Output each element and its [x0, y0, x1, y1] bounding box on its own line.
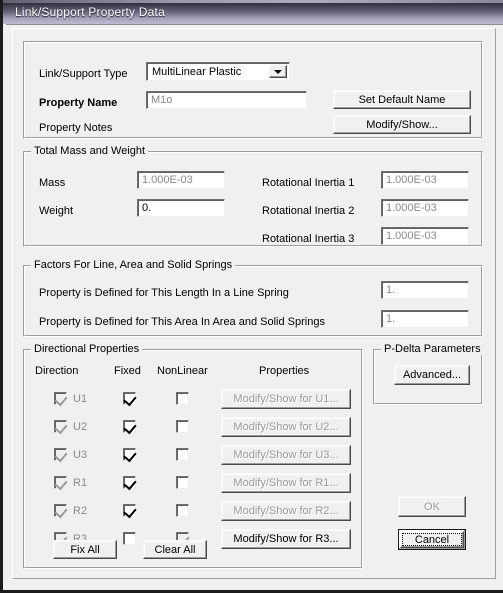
area-solid-spring-area-label: Property is Defined for This Area In Are… [39, 316, 325, 328]
check-icon [123, 448, 137, 463]
set-default-name-button[interactable]: Set Default Name [333, 90, 471, 109]
mass-input[interactable]: 1.000E-03 [137, 171, 225, 189]
direction-label-r2: R2 [73, 505, 88, 517]
modify-show-button-r1[interactable]: Modify/Show for R1... [221, 473, 351, 493]
check-icon [54, 476, 68, 491]
column-header-properties: Properties [259, 365, 310, 377]
rotational-inertia-1-input[interactable]: 1.000E-03 [381, 171, 469, 189]
title-bar[interactable]: Link/Support Property Data [3, 0, 503, 24]
link-support-type-label: Link/Support Type [39, 68, 128, 80]
check-icon [54, 420, 68, 435]
weight-label: Weight [39, 205, 74, 217]
area-solid-spring-area-input[interactable]: 1. [381, 310, 469, 328]
fixed-checkbox-r2[interactable] [123, 504, 137, 519]
rotational-inertia-1-label: Rotational Inertia 1 [262, 177, 355, 189]
fixed-checkbox-r3[interactable] [123, 532, 136, 545]
nonlinear-checkbox-u3[interactable] [176, 448, 189, 461]
factors-group-title: Factors For Line, Area and Solid Springs [31, 259, 236, 271]
dialog-window: Link/Support Property Data Link/Support … [0, 0, 503, 593]
column-header-nonlinear: NonLinear [157, 365, 208, 377]
property-name-input[interactable]: M1o [146, 91, 307, 109]
clear-all-button[interactable]: Clear All [143, 540, 207, 559]
total-mass-weight-group-title: Total Mass and Weight [31, 145, 149, 157]
link-support-type-value: MultiLinear Plastic [152, 66, 242, 78]
nonlinear-checkbox-u1[interactable] [176, 392, 189, 405]
mass-label: Mass [39, 177, 66, 189]
direction-checkbox-r2 [54, 504, 68, 519]
direction-checkbox-r1 [54, 476, 68, 491]
fixed-checkbox-u2[interactable] [123, 420, 137, 435]
fixed-checkbox-u3[interactable] [123, 448, 137, 463]
property-notes-modify-show-button[interactable]: Modify/Show... [333, 115, 471, 134]
modify-show-button-u2[interactable]: Modify/Show for U2... [221, 417, 351, 437]
chevron-down-icon [274, 69, 282, 74]
column-header-direction: Direction [35, 365, 79, 377]
rotational-inertia-3-label: Rotational Inertia 3 [262, 233, 355, 245]
nonlinear-checkbox-u2[interactable] [176, 420, 189, 433]
weight-input[interactable]: 0. [137, 199, 225, 217]
title-bar-sheen [3, 0, 503, 3]
check-icon [123, 476, 137, 491]
modify-show-button-r2[interactable]: Modify/Show for R2... [221, 501, 351, 521]
cancel-button-focus-ring [402, 533, 462, 546]
direction-label-u1: U1 [73, 393, 88, 405]
check-icon [123, 420, 137, 435]
link-support-type-dropdown-button[interactable] [269, 65, 287, 78]
line-spring-length-input[interactable]: 1. [381, 281, 469, 299]
check-icon [54, 392, 68, 407]
fixed-checkbox-r1[interactable] [123, 476, 137, 491]
line-spring-length-label: Property is Defined for This Length In a… [39, 287, 289, 299]
direction-label-u3: U3 [73, 449, 88, 461]
nonlinear-checkbox-r2[interactable] [176, 504, 189, 517]
rotational-inertia-2-label: Rotational Inertia 2 [262, 205, 355, 217]
modify-show-button-r3[interactable]: Modify/Show for R3... [221, 529, 351, 549]
property-notes-label: Property Notes [39, 122, 113, 134]
rotational-inertia-2-input[interactable]: 1.000E-03 [381, 199, 469, 217]
check-icon [54, 448, 68, 463]
dialog-page: Link/Support Type MultiLinear Plastic Pr… [12, 28, 496, 579]
check-icon [123, 504, 137, 519]
check-icon [54, 504, 68, 519]
modify-show-button-u1[interactable]: Modify/Show for U1... [221, 389, 351, 409]
check-icon [123, 392, 137, 407]
ok-button[interactable]: OK [398, 496, 466, 517]
fixed-checkbox-u1[interactable] [123, 392, 137, 407]
nonlinear-checkbox-r1[interactable] [176, 476, 189, 489]
direction-label-r1: R1 [73, 477, 88, 489]
rotational-inertia-3-input[interactable]: 1.000E-03 [381, 227, 469, 245]
directional-properties-group-title: Directional Properties [31, 343, 143, 355]
direction-checkbox-u1 [54, 392, 68, 407]
cancel-button[interactable]: Cancel [398, 529, 466, 550]
dialog-client-area: Link/Support Type MultiLinear Plastic Pr… [6, 24, 503, 590]
direction-checkbox-u2 [54, 420, 68, 435]
direction-checkbox-u3 [54, 448, 68, 463]
direction-label-u2: U2 [73, 421, 88, 433]
fix-all-button[interactable]: Fix All [53, 540, 117, 559]
window-title: Link/Support Property Data [15, 5, 165, 19]
property-name-label: Property Name [39, 97, 118, 109]
link-support-type-select[interactable]: MultiLinear Plastic [146, 62, 290, 81]
advanced-button[interactable]: Advanced... [394, 365, 470, 385]
column-header-fixed: Fixed [114, 365, 141, 377]
p-delta-parameters-group-title: P-Delta Parameters [381, 343, 484, 355]
modify-show-button-u3[interactable]: Modify/Show for U3... [221, 445, 351, 465]
